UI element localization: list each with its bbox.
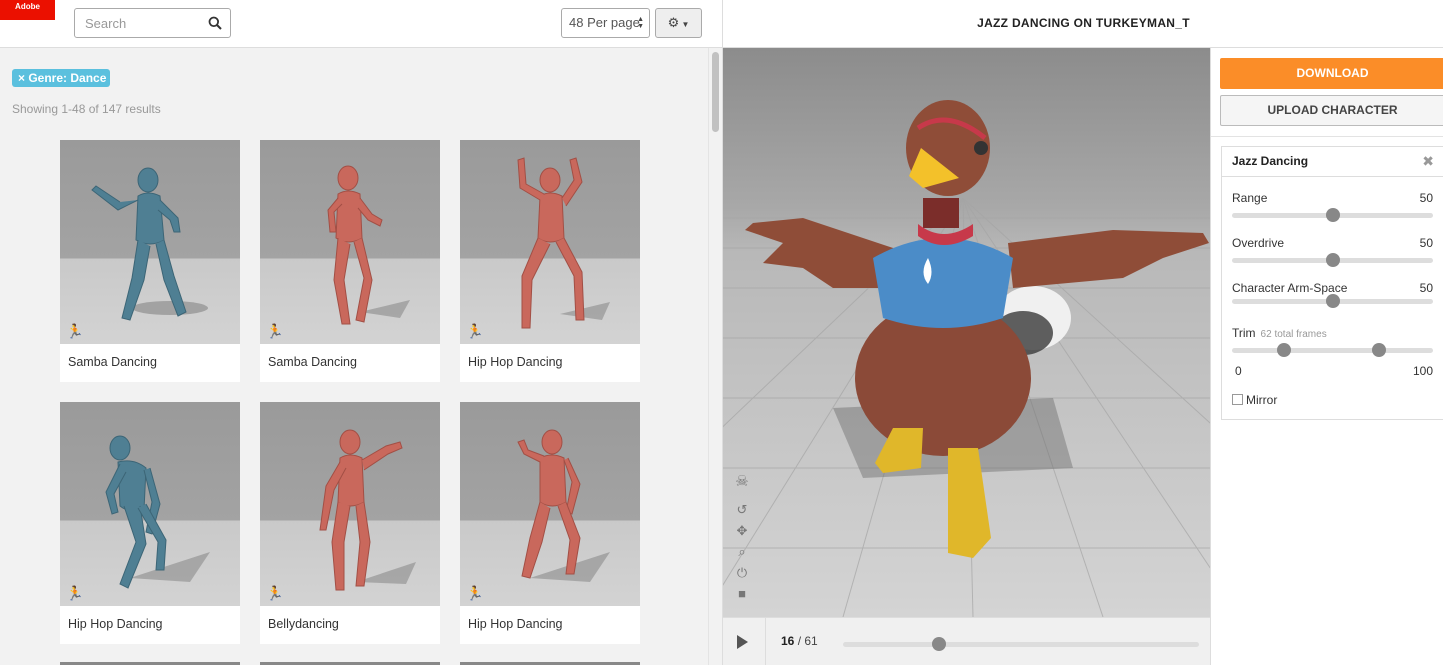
gear-icon: ⚙: [667, 15, 680, 30]
dancer-figure: [319, 429, 416, 591]
viewport-toolbar: ☠ ↺ ✥ ⌕ ⏻ ■: [734, 472, 750, 607]
animation-type-icon: 🏃: [466, 323, 484, 339]
frame-counter: 16 / 61: [781, 634, 818, 648]
character-render: [723, 100, 1210, 617]
power-icon[interactable]: ⏻: [734, 565, 750, 586]
animation-card[interactable]: 🏃 Bellydancing: [260, 402, 440, 644]
caret-down-icon: ▼: [679, 20, 690, 29]
dancer-figure: [327, 165, 410, 325]
range-value: 50: [1419, 191, 1433, 205]
results-count: Showing 1-48 of 147 results: [12, 102, 161, 116]
3d-viewport[interactable]: ☠ ↺ ✥ ⌕ ⏻ ■: [723, 48, 1210, 617]
animation-thumbnail: 🏃: [60, 140, 240, 344]
animation-thumbnail: 🏃: [460, 402, 640, 606]
reset-view-icon[interactable]: ↺: [734, 502, 750, 523]
animation-type-icon: 🏃: [466, 585, 484, 601]
zoom-icon[interactable]: ⌕: [734, 544, 750, 565]
divider: [1211, 136, 1443, 137]
search-icon[interactable]: [208, 16, 222, 30]
trim-slider[interactable]: [1232, 343, 1433, 357]
dancer-figure: [105, 435, 210, 589]
arm-space-slider[interactable]: [1232, 294, 1433, 308]
results-scrollbar[interactable]: [708, 48, 722, 665]
scrollbar-thumb[interactable]: [712, 52, 719, 132]
range-label: Range: [1232, 191, 1268, 205]
animation-title: Hip Hop Dancing: [468, 617, 563, 631]
trim-title: Trim: [1232, 326, 1256, 340]
overdrive-value: 50: [1419, 236, 1433, 250]
animation-card[interactable]: 🏃 Hip Hop Dancing: [460, 140, 640, 382]
trim-end-handle[interactable]: [1371, 343, 1386, 357]
per-page-value: 48 Per page: [569, 15, 640, 30]
animation-thumbnail: 🏃: [60, 402, 240, 606]
trim-label: Trim 62 total frames: [1232, 326, 1327, 340]
animation-card[interactable]: 🏃 Hip Hop Dancing: [60, 402, 240, 644]
animation-title: Hip Hop Dancing: [68, 617, 163, 631]
animation-type-icon: 🏃: [66, 323, 84, 339]
trim-start-handle[interactable]: [1277, 343, 1292, 357]
search-box: [74, 8, 231, 38]
animation-card[interactable]: 🏃 Samba Dancing: [60, 140, 240, 382]
range-slider[interactable]: [1232, 208, 1433, 222]
animation-card[interactable]: 🏃 Samba Dancing: [260, 140, 440, 382]
animation-title: Hip Hop Dancing: [468, 355, 563, 369]
arm-space-label: Character Arm-Space: [1232, 281, 1348, 295]
preview-pane: JAZZ DANCING ON TURKEYMAN_T ☠ ↺ ✥ ⌕ ⏻ ■ …: [722, 0, 1443, 665]
animation-title: Bellydancing: [268, 617, 339, 631]
dancer-figure: [91, 167, 208, 321]
settings-sidebar: DOWNLOAD UPLOAD CHARACTER Jazz Dancing ✖…: [1210, 48, 1443, 665]
trim-max-value: 100: [1412, 364, 1433, 378]
dancer-figure: [517, 429, 610, 582]
range-handle[interactable]: [1325, 208, 1340, 222]
animation-thumbnail: 🏃: [460, 140, 640, 344]
camera-icon[interactable]: ■: [734, 586, 750, 607]
close-icon[interactable]: ✖: [1422, 147, 1434, 176]
current-frame: 16: [781, 634, 795, 648]
top-bar: Adobe 48 Per page ▲▼ ⚙ ▼: [0, 0, 722, 48]
animation-title: Samba Dancing: [68, 355, 157, 369]
mirror-option[interactable]: Mirror: [1232, 393, 1277, 407]
preview-title: JAZZ DANCING ON TURKEYMAN_T: [723, 0, 1443, 48]
genre-filter-tag[interactable]: × Genre: Dance: [12, 69, 111, 87]
panel-header: Jazz Dancing ✖: [1222, 147, 1443, 177]
mirror-checkbox[interactable]: [1232, 394, 1243, 405]
download-button[interactable]: DOWNLOAD: [1220, 58, 1443, 89]
frame-separator: /: [794, 634, 805, 648]
timeline-handle[interactable]: [932, 637, 947, 651]
upload-character-button[interactable]: UPLOAD CHARACTER: [1220, 95, 1443, 126]
mirror-label: Mirror: [1246, 393, 1278, 407]
animation-type-icon: 🏃: [266, 585, 284, 601]
divider: [765, 618, 766, 665]
skeleton-icon[interactable]: ☠: [734, 472, 750, 502]
timeline-slider[interactable]: [843, 637, 1199, 651]
animation-type-icon: 🏃: [66, 585, 84, 601]
settings-dropdown-button[interactable]: ⚙ ▼: [655, 8, 702, 38]
animation-thumbnail: 🏃: [260, 402, 440, 606]
adobe-logo[interactable]: Adobe: [0, 0, 55, 20]
overdrive-handle[interactable]: [1325, 253, 1340, 267]
overdrive-slider[interactable]: [1232, 253, 1433, 267]
arm-space-value: 50: [1419, 281, 1433, 295]
panel-title: Jazz Dancing: [1232, 154, 1309, 168]
animation-type-icon: 🏃: [266, 323, 284, 339]
arm-space-handle[interactable]: [1325, 294, 1340, 308]
dancer-figure: [517, 157, 610, 329]
search-input[interactable]: [75, 9, 200, 37]
pan-icon[interactable]: ✥: [734, 523, 750, 544]
animation-settings-panel: Jazz Dancing ✖ Range 50 Overdrive 50 Cha…: [1221, 146, 1443, 420]
animation-card[interactable]: 🏃 Hip Hop Dancing: [460, 402, 640, 644]
playback-bar: 16 / 61: [723, 617, 1210, 665]
browse-pane: Adobe 48 Per page ▲▼ ⚙ ▼ × Genre: Dance …: [0, 0, 722, 665]
select-arrows-icon: ▲ ▼: [637, 16, 644, 30]
animation-title: Samba Dancing: [268, 355, 357, 369]
trim-frames-note: 62 total frames: [1260, 329, 1327, 340]
per-page-select[interactable]: 48 Per page ▲ ▼: [561, 8, 650, 38]
total-frames: 61: [804, 634, 818, 648]
animation-thumbnail: 🏃: [260, 140, 440, 344]
overdrive-label: Overdrive: [1232, 236, 1285, 250]
play-icon[interactable]: [737, 635, 748, 649]
trim-min-value: 0: [1235, 364, 1242, 378]
